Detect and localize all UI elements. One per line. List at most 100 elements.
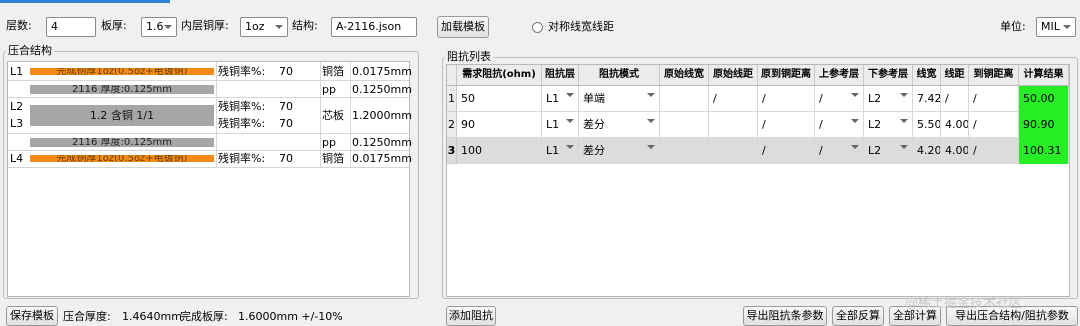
ref-down-value: L2 (868, 118, 882, 131)
col-ref-down[interactable]: 下参考层 (864, 65, 913, 85)
layer-value: L1 (546, 92, 560, 105)
col-width[interactable]: 线宽 (913, 65, 941, 85)
space-cell[interactable]: 4.00 (941, 138, 969, 164)
chevron-down-icon (647, 93, 655, 97)
column-divider (320, 62, 321, 168)
mode-cell[interactable]: 单端 (579, 86, 660, 112)
thickness-cell[interactable]: 0.0175mm (352, 65, 412, 79)
to-copper-cell[interactable]: / (969, 112, 1019, 138)
structure-input[interactable]: A-2116.json (331, 17, 417, 37)
col-result[interactable]: 计算结果 (1019, 65, 1069, 85)
orig-to-copper-cell[interactable]: / (758, 86, 815, 112)
load-template-button[interactable]: 加载模板 (437, 16, 489, 38)
mode-cell[interactable]: 差分 (579, 138, 660, 164)
row-header[interactable]: 3 (447, 138, 457, 164)
thickness-label: 板厚: (101, 19, 127, 32)
column-divider (216, 62, 217, 168)
chevron-down-icon (566, 93, 574, 97)
orig-to-copper-cell[interactable]: / (758, 112, 815, 138)
orig-to-copper-cell[interactable]: / (758, 138, 815, 164)
target-cell[interactable]: 90 (457, 112, 542, 138)
stackup-row-pp1: 2116 厚度:0.125mm pp 0.1250mm (8, 81, 412, 98)
ref-down-cell[interactable]: L2 (864, 138, 913, 164)
chevron-down-icon (647, 145, 655, 149)
symmetric-radio[interactable] (532, 22, 543, 33)
inner-copper-select[interactable]: 1oz (240, 17, 288, 37)
thickness-cell[interactable]: 1.2000mm (352, 109, 412, 123)
target-cell[interactable]: 100 (457, 138, 542, 164)
ref-up-cell[interactable]: / (815, 112, 864, 138)
prepreg-bar: 2116 厚度:0.125mm (30, 138, 214, 147)
export-impedance-params-button[interactable]: 导出阻抗条参数 (743, 306, 827, 326)
result-cell[interactable]: 100.31 (1019, 138, 1069, 164)
table-row[interactable]: 90 L1 差分 / / L2 5.50 4.00 / 90.90 (457, 112, 1069, 138)
ref-up-cell[interactable]: / (815, 138, 864, 164)
finish-thickness-label: 完成板厚: (180, 310, 228, 323)
space-cell[interactable]: / (941, 86, 969, 112)
rate-value[interactable]: 70 (279, 65, 293, 79)
ref-down-cell[interactable]: L2 (864, 86, 913, 112)
rate-value[interactable]: 70 (279, 100, 293, 114)
material-cell: pp (322, 136, 336, 149)
add-impedance-button[interactable]: 添加阻抗 (446, 306, 496, 326)
copper-bar: 完成铜厚1oz(0.5oz+电镀铜) (30, 155, 214, 162)
layer-name: L3 (10, 117, 24, 130)
structure-label: 结构: (292, 19, 318, 32)
col-orig-space[interactable]: 原始线距 (709, 65, 758, 85)
unit-select[interactable]: MIL (1036, 17, 1076, 37)
layer-cell[interactable]: L1 (542, 112, 579, 138)
stackup-row-pp2: 2116 厚度:0.125mm pp 0.1250mm (8, 134, 412, 151)
col-space[interactable]: 线距 (941, 65, 969, 85)
space-cell[interactable]: 4.00 (941, 112, 969, 138)
orig-space-cell[interactable] (709, 112, 758, 138)
result-cell[interactable]: 90.90 (1019, 112, 1069, 138)
chevron-down-icon (851, 93, 859, 97)
stackup-row-l4: L4 完成铜厚1oz(0.5oz+电镀铜) 残铜率%: 70 铜箔 0.0175… (8, 151, 412, 168)
thickness-cell[interactable]: 0.1250mm (352, 136, 412, 150)
rate-value[interactable]: 70 (279, 117, 293, 131)
press-thickness-label: 压合厚度: (63, 310, 111, 323)
thickness-cell[interactable]: 0.0175mm (352, 152, 412, 166)
col-to-copper[interactable]: 到铜距离 (969, 65, 1019, 85)
column-divider (350, 62, 351, 168)
thickness-select[interactable]: 1.6 (141, 17, 177, 37)
orig-width-cell[interactable] (660, 112, 709, 138)
col-impedance-mode[interactable]: 阻抗模式 (579, 65, 660, 85)
col-ref-up[interactable]: 上参考层 (815, 65, 864, 85)
col-orig-to-copper[interactable]: 原到铜距离 (758, 65, 815, 85)
layer-name: L2 (10, 100, 24, 113)
target-cell[interactable]: 50 (457, 86, 542, 112)
col-impedance-layer[interactable]: 阻抗层 (542, 65, 579, 85)
ref-down-cell[interactable]: L2 (864, 112, 913, 138)
row-header[interactable]: 2 (447, 112, 457, 138)
chevron-down-icon (275, 25, 283, 29)
watermark: @稀土掘金技术社区 (905, 296, 1023, 311)
table-row-selected[interactable]: 100 L1 差分 / / L2 4.20 4.00 / 100.31 (457, 138, 1069, 164)
orig-space-cell[interactable]: / (709, 86, 758, 112)
thickness-cell[interactable]: 0.1250mm (352, 83, 412, 97)
reverse-all-button[interactable]: 全部反算 (832, 306, 884, 326)
orig-space-cell[interactable] (709, 138, 758, 164)
width-cell[interactable]: 7.42 (913, 86, 941, 112)
col-orig-width[interactable]: 原始线宽 (660, 65, 709, 85)
col-target-impedance[interactable]: 需求阻抗(ohm) (457, 65, 542, 85)
thickness-value: 1.6 (146, 20, 164, 33)
result-cell[interactable]: 50.00 (1019, 86, 1069, 112)
to-copper-cell[interactable]: / (969, 86, 1019, 112)
width-cell[interactable]: 4.20 (913, 138, 941, 164)
orig-width-cell[interactable] (660, 86, 709, 112)
to-copper-cell[interactable]: / (969, 138, 1019, 164)
ref-up-cell[interactable]: / (815, 86, 864, 112)
layer-cell[interactable]: L1 (542, 86, 579, 112)
layer-cell[interactable]: L1 (542, 138, 579, 164)
row-header[interactable]: 1 (447, 86, 457, 112)
layers-input[interactable]: 4 (46, 17, 96, 37)
stackup-title: 压合结构 (6, 44, 54, 58)
width-cell[interactable]: 5.50 (913, 112, 941, 138)
orig-width-cell[interactable] (660, 138, 709, 164)
chevron-down-icon (164, 25, 172, 29)
save-template-button[interactable]: 保存模板 (6, 306, 58, 326)
rate-value[interactable]: 70 (279, 152, 293, 166)
table-row[interactable]: 50 L1 单端 / / / L2 7.42 / / 50.00 (457, 86, 1069, 112)
mode-cell[interactable]: 差分 (579, 112, 660, 138)
